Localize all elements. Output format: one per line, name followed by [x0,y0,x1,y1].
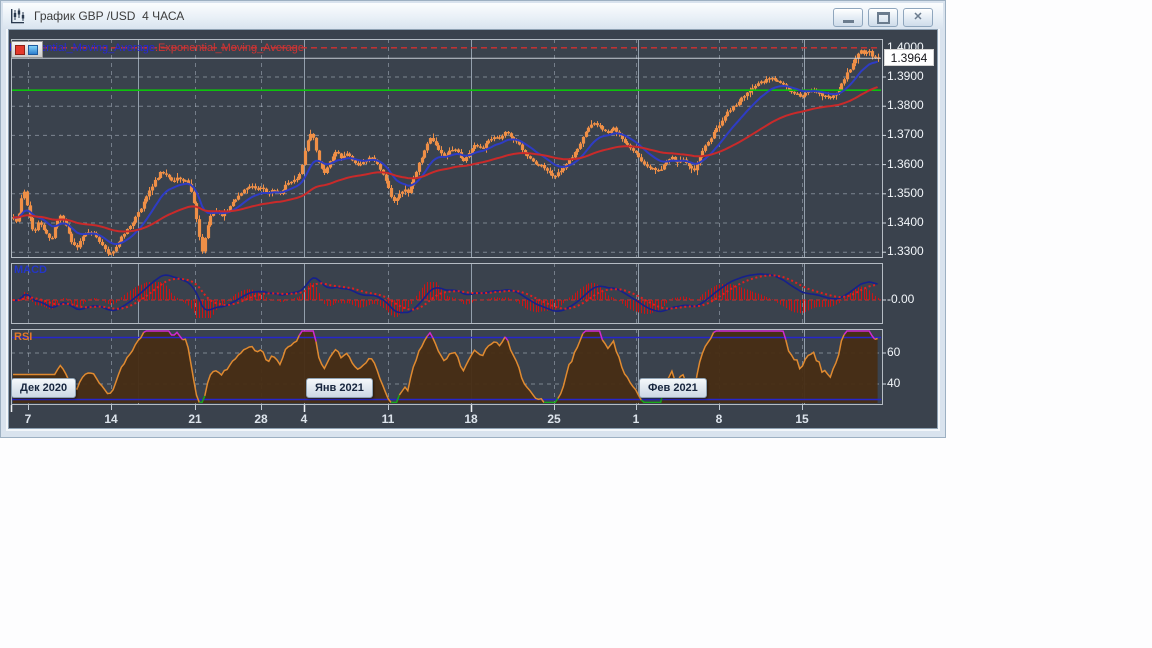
rsi-fill [13,331,878,403]
rsi-panel-label: RSI [14,331,33,343]
candlestick-chart-icon[interactable] [10,7,28,25]
window-title: График GBP /USD 4 ЧАСА [34,9,185,23]
chart-window: 1.4000 1.3900 1.3800 1.3700 1.3600 1.3500 1.34… [0,0,946,438]
rsi-panel-series [12,330,881,403]
maximize-button[interactable] [868,8,898,27]
minimize-icon [842,20,854,23]
red-swatch-button[interactable] [15,44,25,55]
minimize-button[interactable] [833,8,863,27]
maximize-icon [876,11,890,24]
legend-swatch-box [11,41,43,58]
window-controls: ✕ [833,8,933,27]
macd-panel-label: MACD [14,264,47,276]
macd-panel-series [12,273,881,318]
panel-border [11,263,883,324]
close-button[interactable]: ✕ [903,8,933,27]
last-price-badge: 1.3964 [884,49,934,66]
titlebar[interactable]: График GBP /USD 4 ЧАСА ✕ [3,3,943,29]
main-panel-series [12,47,881,256]
rsi-line [874,337,878,341]
ema-fast-line [12,60,878,246]
legend-ema-slow-label: .Exponential_Moving_Average [154,42,304,54]
blue-swatch-button[interactable] [28,44,38,55]
close-icon: ✕ [913,11,923,23]
chart-canvas[interactable] [1,1,947,439]
legend: Exponential_Moving_Average.Exponential_M… [9,40,304,56]
